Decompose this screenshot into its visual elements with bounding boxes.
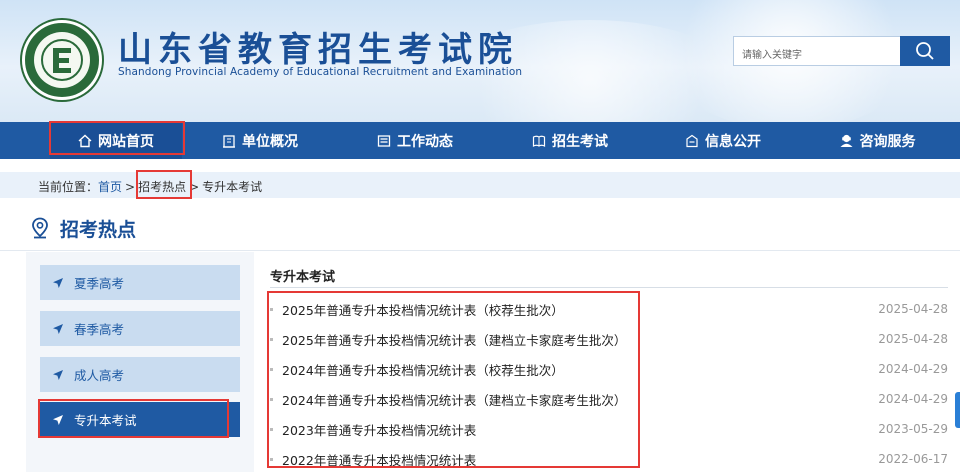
navigation-arrow-icon [52,323,64,335]
section-title-text: 招考热点 [60,218,137,241]
nav-item-news[interactable]: 工作动态 [360,122,470,159]
list-item[interactable]: 2023年普通专升本投档情况统计表 2023-05-29 [270,414,948,444]
nav-item-label: 网站首页 [98,133,154,150]
building-icon [222,134,236,148]
sidebar-item-spring-exam[interactable]: 春季高考 [40,311,240,346]
list-item-title[interactable]: 2025年普通专升本投档情况统计表（校荐生批次） [282,300,878,319]
breadcrumb-separator: > [189,180,200,194]
bullet [270,397,273,401]
exam-academy-logo-icon[interactable] [22,20,102,100]
book-icon [532,134,546,148]
breadcrumb-separator: > [125,180,136,194]
list-item-date: 2022-06-17 [878,452,948,466]
bullet [270,337,273,341]
nav-item-label: 招生考试 [552,133,608,150]
section-title: 招考热点 [30,214,136,242]
list-item-title[interactable]: 2023年普通专升本投档情况统计表 [282,420,878,439]
list-item[interactable]: 2025年普通专升本投档情况统计表（建档立卡家庭考生批次） 2025-04-28 [270,324,948,354]
nav-item-label: 咨询服务 [859,133,916,150]
list-item-title[interactable]: 2024年普通专升本投档情况统计表（建档立卡家庭考生批次） [282,390,878,409]
nav-item-exams[interactable]: 招生考试 [515,122,625,159]
bullet [270,427,273,431]
breadcrumb: 当前位置：首页 > 招考热点 > 专升本考试 [0,172,960,198]
list-item-date: 2023-05-29 [878,422,948,436]
sidebar-item-label: 春季高考 [74,322,125,337]
logo-ring [34,32,90,88]
info-box-icon [685,134,699,148]
sidebar-item-label: 专升本考试 [74,413,137,428]
search-input[interactable]: 请输入关键字 [733,36,901,66]
navigation-arrow-icon [52,277,64,289]
logo-letter-e [41,39,83,81]
bullet [270,457,273,461]
nav-item-label: 工作动态 [397,133,453,150]
consult-icon [839,133,854,148]
list-item-date: 2025-04-28 [878,302,948,316]
home-icon [78,134,92,148]
sidebar-item-label: 成人高考 [74,368,125,383]
nav-item-consult[interactable]: 咨询服务 [822,122,932,159]
content-heading: 专升本考试 [270,270,336,285]
list-item[interactable]: 2024年普通专升本投档情况统计表（校荐生批次） 2024-04-29 [270,354,948,384]
breadcrumb-prefix: 当前位置： [38,180,99,194]
site-title: 山东省教育招生考试院 [118,30,518,70]
list-item-title[interactable]: 2022年普通专升本投档情况统计表 [282,450,878,469]
bullet [270,307,273,311]
list-item-date: 2024-04-29 [878,392,948,406]
list-item-title[interactable]: 2025年普通专升本投档情况统计表（建档立卡家庭考生批次） [282,330,878,349]
sidebar-item-adult-exam[interactable]: 成人高考 [40,357,240,392]
sidebar-item-label: 夏季高考 [74,276,125,291]
content-divider [270,287,948,288]
nav-item-overview[interactable]: 单位概况 [205,122,315,159]
main-nav: 网站首页 单位概况 工作动态 招生考试 信息公开 咨询服务 [0,122,960,159]
floating-side-tab[interactable] [955,392,960,428]
list-item-date: 2025-04-28 [878,332,948,346]
navigation-arrow-icon [52,369,64,381]
list-item-title[interactable]: 2024年普通专升本投档情况统计表（校荐生批次） [282,360,878,379]
list-item[interactable]: 2024年普通专升本投档情况统计表（建档立卡家庭考生批次） 2024-04-29 [270,384,948,414]
list-item-date: 2024-04-29 [878,362,948,376]
breadcrumb-current: 专升本考试 [202,180,263,194]
bullet [270,367,273,371]
navigation-arrow-icon [52,414,64,426]
site-subtitle: Shandong Provincial Academy of Education… [118,66,523,78]
nav-item-label: 信息公开 [705,133,761,150]
search-button[interactable] [900,36,950,66]
section-divider [0,250,960,251]
search-icon [916,42,934,60]
list-item[interactable]: 2022年普通专升本投档情况统计表 2022-06-17 [270,444,948,472]
nav-item-disclosure[interactable]: 信息公开 [668,122,778,159]
site-header: 山东省教育招生考试院 Shandong Provincial Academy o… [0,0,960,122]
sidebar-item-upgrade-exam[interactable]: 专升本考试 [40,402,240,437]
list-item[interactable]: 2025年普通专升本投档情况统计表（校荐生批次） 2025-04-28 [270,294,948,324]
news-icon [377,134,391,148]
breadcrumb-link-hot-topics[interactable]: 招考热点 [138,180,186,194]
nav-item-label: 单位概况 [242,133,298,150]
sidebar-item-summer-exam[interactable]: 夏季高考 [40,265,240,300]
location-pin-icon [32,217,48,239]
breadcrumb-link-home[interactable]: 首页 [98,180,122,194]
nav-item-home[interactable]: 网站首页 [50,122,182,159]
